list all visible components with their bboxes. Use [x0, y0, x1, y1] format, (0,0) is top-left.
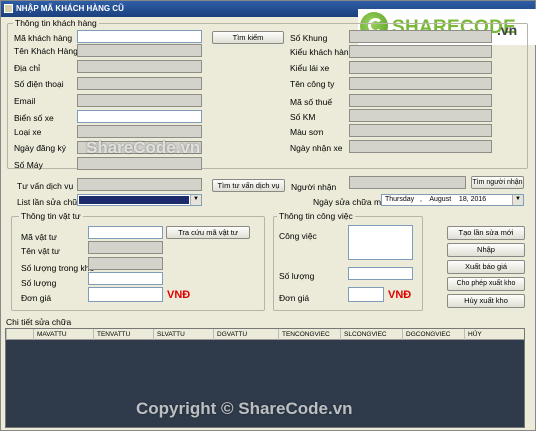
km-field[interactable] — [349, 109, 492, 122]
repair-date-picker[interactable]: Thursday , August 18, 2016 ▼ — [381, 194, 524, 206]
label-engine-number: Số Máy — [14, 160, 43, 170]
label-material-code: Mã vật tư — [21, 232, 57, 242]
main-window: NHẬP MÃ KHÁCH HÀNG CŨ SHARECODE .vn Thôn… — [0, 0, 536, 431]
col-slcongviec[interactable]: SLCONGVIEC — [340, 329, 402, 340]
label-material-name: Tên vật tư — [21, 246, 60, 256]
bottom-watermark: Copyright © ShareCode.vn — [136, 399, 353, 418]
find-advisor-button[interactable]: Tìm tư vấn dịch vụ — [212, 179, 285, 192]
label-receive-date: Ngày nhận xe — [290, 143, 343, 153]
chevron-down-icon[interactable]: ▼ — [512, 195, 523, 205]
vehicle-type-field[interactable] — [77, 125, 202, 138]
repair-date-value: Thursday , August 18, 2016 — [385, 196, 487, 203]
label-job-price: Đơn giá — [279, 293, 310, 303]
label-register-date: Ngày đăng ký — [14, 143, 66, 153]
chassis-field[interactable] — [349, 30, 492, 43]
label-km: Số KM — [290, 112, 316, 122]
col-tenvattu[interactable]: TENVATTU — [93, 329, 153, 340]
company-field[interactable] — [349, 77, 492, 90]
license-plate-input[interactable] — [77, 110, 202, 123]
job-price-input[interactable] — [348, 287, 384, 302]
col-tencongviec[interactable]: TENCONGVIEC — [278, 329, 340, 340]
label-vehicle-type: Loại xe — [14, 127, 42, 137]
label-chassis: Số Khung — [290, 33, 328, 43]
label-job-quantity: Số lượng — [279, 271, 315, 281]
label-repair-list: List lần sửa chữa — [17, 197, 83, 207]
window-title: NHẬP MÃ KHÁCH HÀNG CŨ — [16, 4, 124, 13]
allow-stock-out-button[interactable]: Cho phép xuất kho — [447, 277, 525, 291]
col-slvattu[interactable]: SLVATTU — [153, 329, 213, 340]
col-huy[interactable]: HỦY — [464, 329, 526, 340]
search-button[interactable]: Tìm kiếm — [212, 31, 284, 44]
label-repair-details: Chi tiết sửa chữa — [6, 317, 72, 327]
repair-list-select[interactable]: ▼ — [77, 194, 202, 206]
cancel-stock-out-button[interactable]: Hủy xuất kho — [447, 294, 525, 308]
export-quote-button[interactable]: Xuất báo giá — [447, 260, 525, 274]
label-service-advisor: Tư vấn dịch vụ — [17, 181, 74, 191]
paint-color-field[interactable] — [349, 124, 492, 137]
material-price-input[interactable] — [88, 287, 163, 302]
label-receiver: Người nhận — [291, 182, 337, 192]
label-address: Địa chỉ — [14, 63, 40, 73]
tax-code-field[interactable] — [349, 94, 492, 107]
grid-row-header — [6, 329, 33, 340]
repair-list-selection — [79, 196, 189, 204]
job-quantity-input[interactable] — [348, 267, 413, 280]
label-email: Email — [14, 96, 36, 106]
new-repair-button[interactable]: Tạo lần sửa mới — [447, 226, 525, 240]
label-company: Tên công ty — [290, 79, 335, 89]
label-paint-color: Màu sơn — [290, 127, 324, 137]
label-customer-name: Tên Khách Hàng — [14, 46, 78, 56]
label-customer-type: Kiểu khách hàng — [290, 47, 354, 57]
lookup-material-button[interactable]: Tra cứu mã vật tư — [166, 226, 250, 239]
import-button[interactable]: Nhập — [447, 243, 525, 257]
job-info-legend: Thông tin công việc — [277, 211, 355, 221]
label-plate: Biển số xe — [14, 113, 54, 123]
col-mavattu[interactable]: MAVATTU — [33, 329, 93, 340]
label-stock-quantity: Số lượng trong kho — [21, 263, 95, 273]
col-dgvattu[interactable]: DGVATTU — [213, 329, 278, 340]
grid-header: MAVATTU TENVATTU SLVATTU DGVATTU TENCONG… — [6, 329, 524, 340]
find-receiver-button[interactable]: Tìm người nhận — [471, 176, 524, 189]
customer-name-field[interactable] — [77, 44, 202, 57]
label-job: Công việc — [279, 231, 317, 241]
customer-info-legend: Thông tin khách hàng — [13, 18, 99, 28]
label-material-quantity: Số lượng — [21, 278, 57, 288]
chevron-down-icon[interactable]: ▼ — [190, 195, 201, 205]
label-material-price: Đơn giá — [21, 293, 52, 303]
receive-date-field[interactable] — [349, 140, 492, 153]
driver-type-field[interactable] — [349, 61, 492, 74]
job-currency: VNĐ — [388, 289, 412, 301]
label-driver-type: Kiểu lái xe — [290, 63, 330, 73]
label-customer-code: Mã khách hàng — [14, 33, 73, 43]
phone-field[interactable] — [77, 77, 202, 90]
col-dgcongviec[interactable]: DGCONGVIEC — [402, 329, 464, 340]
material-code-input[interactable] — [88, 226, 163, 239]
address-field[interactable] — [77, 60, 202, 73]
engine-number-field[interactable] — [77, 157, 202, 170]
customer-type-field[interactable] — [349, 45, 492, 58]
receiver-field[interactable] — [349, 176, 466, 189]
center-watermark: ShareCode.vn — [86, 138, 201, 157]
label-phone: Số điện thoại — [14, 79, 64, 89]
material-info-legend: Thông tin vật tư — [19, 211, 83, 221]
job-textarea[interactable] — [348, 225, 413, 260]
material-name-field[interactable] — [88, 241, 163, 254]
label-new-repair-date: Ngày sửa chữa mới — [313, 197, 389, 207]
stock-quantity-field[interactable] — [88, 257, 163, 270]
customer-code-input[interactable] — [77, 30, 202, 43]
app-icon — [4, 4, 13, 13]
email-field[interactable] — [77, 94, 202, 107]
label-tax-code: Mã số thuế — [290, 97, 333, 107]
material-currency: VNĐ — [167, 289, 191, 301]
service-advisor-field[interactable] — [77, 178, 202, 191]
material-quantity-input[interactable] — [88, 272, 163, 285]
